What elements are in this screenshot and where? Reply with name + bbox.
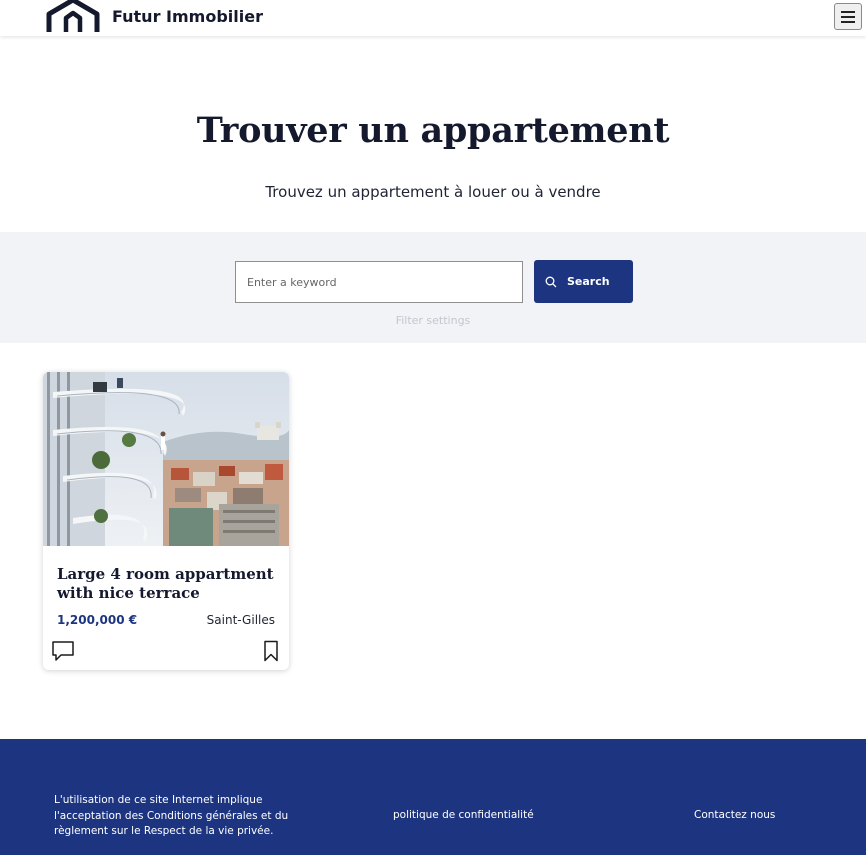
search-section: Search Filter settings [0,232,866,343]
listing-price: 1,200,000 € [57,613,138,627]
search-icon [545,276,557,287]
site-footer: L'utilisation de ce site Internet impliq… [0,739,866,855]
footer-legal-text: L'utilisation de ce site Internet impliq… [54,794,289,837]
listing-card[interactable]: Large 4 room appartment with nice terrac… [43,372,289,670]
search-button-label: Search [567,275,610,288]
search-button[interactable]: Search [534,260,633,303]
privacy-policy-link[interactable]: politique de confidentialité [393,809,534,821]
hamburger-menu-icon[interactable] [834,3,862,30]
page-title: Trouver un appartement [196,110,670,151]
brand-name[interactable]: Futur Immobilier [112,7,263,26]
search-input[interactable] [235,261,523,303]
listing-photo [43,372,289,546]
house-logo-icon[interactable] [46,0,100,34]
listing-city: Saint-Gilles [206,613,275,627]
filter-settings-link[interactable]: Filter settings [0,314,866,327]
page-subtitle: Trouvez un appartement à louer ou à vend… [265,183,601,201]
bookmark-icon[interactable] [263,640,279,662]
top-header: Futur Immobilier [0,0,866,36]
listing-title[interactable]: Large 4 room appartment with nice terrac… [57,565,277,603]
contact-link[interactable]: Contactez nous [694,809,775,821]
comment-icon[interactable] [51,640,75,662]
